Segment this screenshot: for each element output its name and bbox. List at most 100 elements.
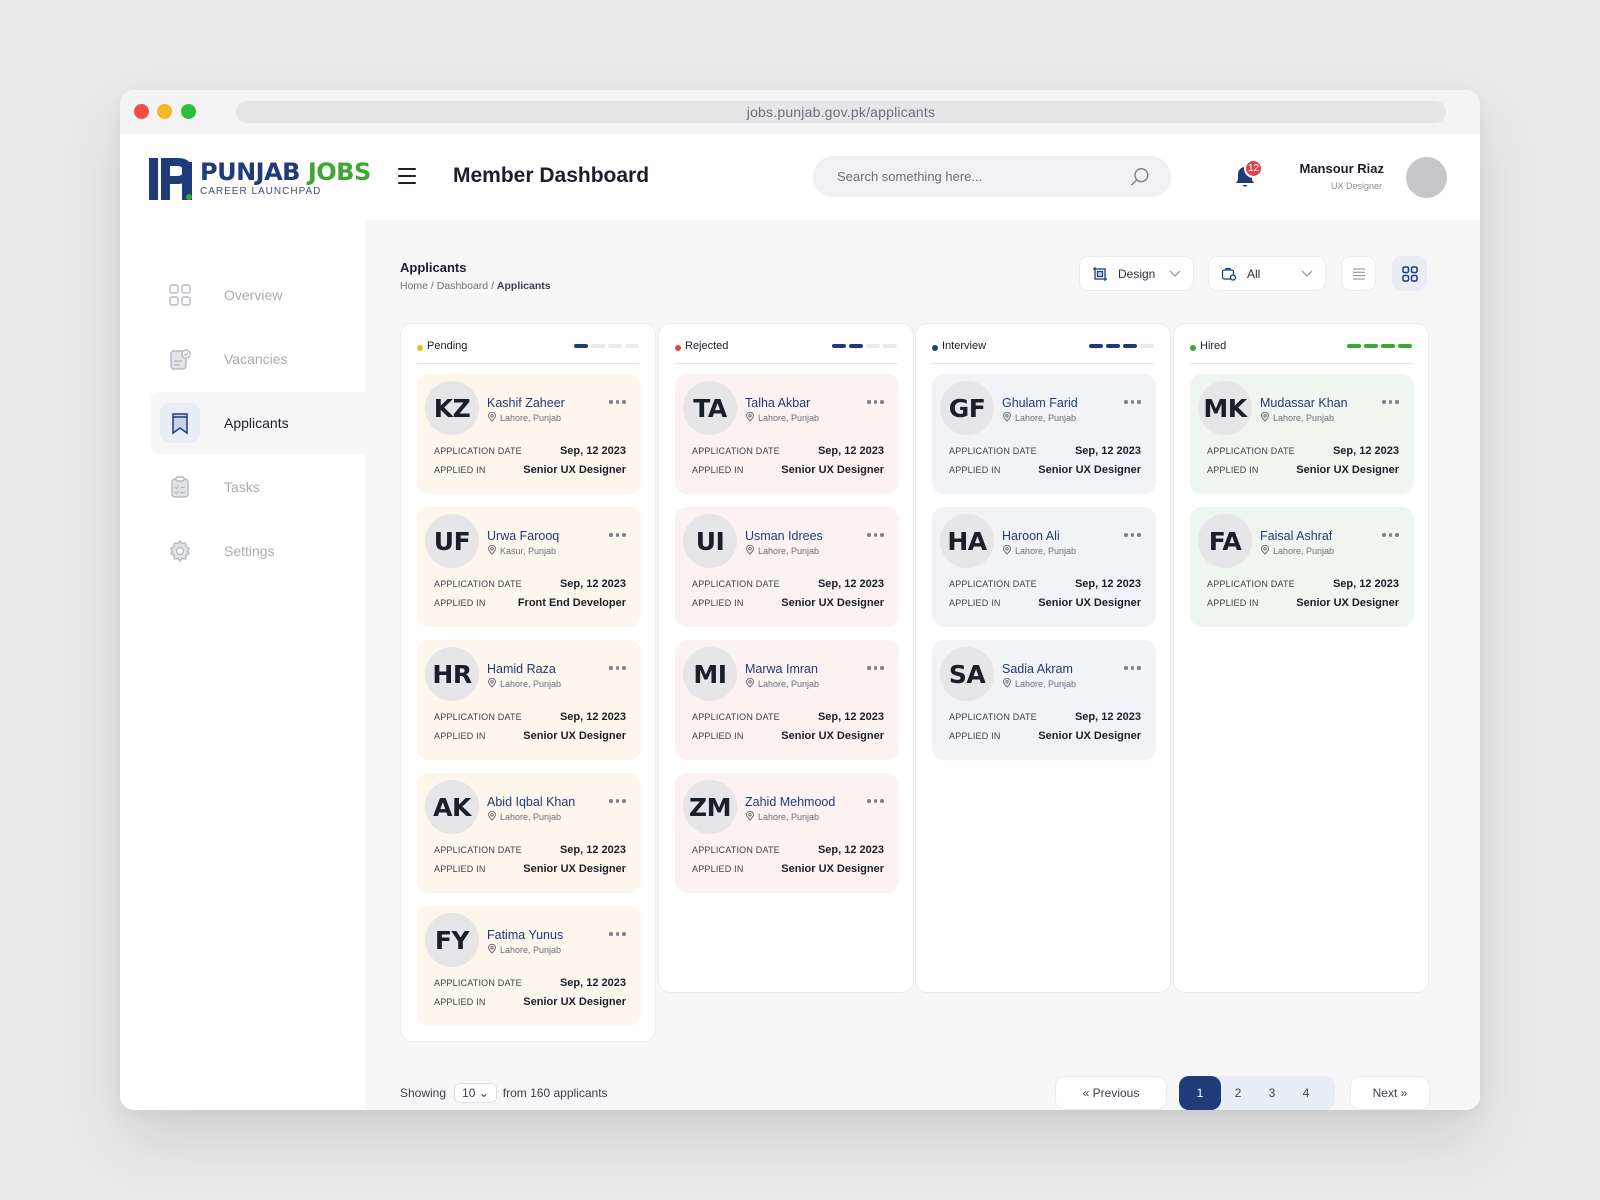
applicant-name[interactable]: Ghulam Farid: [1002, 396, 1078, 410]
stage-progress-segment: [1106, 344, 1120, 348]
applicant-card[interactable]: UI Usman Idrees Lahore, Punjab APPLICATION …: [675, 507, 899, 627]
page-button[interactable]: 4: [1289, 1076, 1323, 1110]
applied-role-value: Senior UX Designer: [781, 863, 884, 875]
location-text: Lahore, Punjab: [758, 812, 820, 822]
per-page-select[interactable]: 10 ⌄: [454, 1083, 497, 1103]
applicant-name[interactable]: Faisal Ashraf: [1260, 529, 1332, 543]
close-window-button[interactable]: [134, 104, 149, 119]
more-options-icon[interactable]: [867, 533, 885, 539]
more-options-icon[interactable]: [609, 666, 627, 672]
category-filter-value: Design: [1118, 266, 1156, 281]
application-date-value: Sep, 12 2023: [817, 578, 884, 590]
location-text: Lahore, Punjab: [500, 413, 562, 423]
sidebar-item-label: Tasks: [224, 479, 260, 495]
applicant-card[interactable]: ZM Zahid Mehmood Lahore, Punjab APPLICATION…: [675, 773, 899, 893]
applicant-card[interactable]: UF Urwa Farooq Kasur, Punjab APPLICATION DA…: [417, 507, 641, 627]
applicant-name[interactable]: Mudassar Khan: [1260, 396, 1348, 410]
more-options-icon[interactable]: [867, 666, 885, 672]
sidebar-item-settings[interactable]: Settings: [150, 520, 365, 582]
applicant-name[interactable]: Zahid Mehmood: [745, 795, 835, 809]
applicant-name[interactable]: Kashif Zaheer: [487, 396, 565, 410]
applicant-card[interactable]: HA Haroon Ali Lahore, Punjab APPLICATION DA…: [932, 507, 1156, 627]
applicant-card[interactable]: KZ Kashif Zaheer Lahore, Punjab APPLICATION…: [417, 374, 641, 494]
applicant-name[interactable]: Abid Iqbal Khan: [487, 795, 575, 809]
more-options-icon[interactable]: [609, 799, 627, 805]
applicant-location: Lahore, Punjab: [1002, 411, 1076, 424]
previous-page-button[interactable]: « Previous: [1055, 1076, 1167, 1110]
status-filter-dropdown[interactable]: All: [1208, 256, 1326, 291]
stage-progress-segment: [1123, 344, 1137, 348]
stage-progress-segment: [1364, 344, 1378, 348]
applicant-card[interactable]: SA Sadia Akram Lahore, Punjab APPLICATION D…: [932, 640, 1156, 760]
category-filter-dropdown[interactable]: Design: [1079, 256, 1194, 291]
sidebar-item-tasks[interactable]: Tasks: [150, 456, 365, 518]
page-button[interactable]: 1: [1179, 1076, 1221, 1110]
location-text: Lahore, Punjab: [758, 413, 820, 423]
application-date-label: APPLICATION DATE: [434, 845, 522, 855]
applied-in-label: APPLIED IN: [1207, 465, 1259, 475]
more-options-icon[interactable]: [1124, 400, 1142, 406]
address-bar[interactable]: jobs.punjab.gov.pk/applicants: [236, 101, 1446, 123]
breadcrumb-home[interactable]: Home: [400, 280, 428, 292]
applied-in-label: APPLIED IN: [949, 731, 1001, 741]
more-options-icon[interactable]: [1124, 533, 1142, 539]
applicant-name[interactable]: Talha Akbar: [745, 396, 810, 410]
applicant-location: Lahore, Punjab: [487, 677, 561, 690]
applied-in-label: APPLIED IN: [434, 731, 486, 741]
user-name: Mansour Riaz: [1299, 161, 1384, 176]
applicant-card[interactable]: HR Hamid Raza Lahore, Punjab APPLICATION DA…: [417, 640, 641, 760]
more-options-icon[interactable]: [1382, 533, 1400, 539]
stage-progress-segment: [591, 344, 605, 348]
applicant-name[interactable]: Hamid Raza: [487, 662, 556, 676]
minimize-window-button[interactable]: [157, 104, 172, 119]
location-pin-icon: [487, 810, 500, 823]
search-icon[interactable]: [1129, 166, 1151, 188]
user-avatar[interactable]: [1406, 157, 1447, 198]
sidebar-item-applicants[interactable]: Applicants: [150, 392, 365, 454]
page-button[interactable]: 3: [1255, 1076, 1289, 1110]
grid-view-button[interactable]: [1392, 256, 1427, 291]
applicant-name[interactable]: Fatima Yunus: [487, 928, 563, 942]
more-options-icon[interactable]: [867, 400, 885, 406]
applicant-card[interactable]: GF Ghulam Farid Lahore, Punjab APPLICATION …: [932, 374, 1156, 494]
clipboard-check-icon: [160, 339, 200, 379]
applicant-card[interactable]: FY Fatima Yunus Lahore, Punjab APPLICATION …: [417, 906, 641, 1026]
user-role: UX Designer: [1330, 181, 1382, 191]
applicant-name[interactable]: Sadia Akram: [1002, 662, 1073, 676]
list-view-button[interactable]: [1341, 256, 1376, 291]
next-page-button[interactable]: Next »: [1350, 1076, 1430, 1110]
column-interview: Interview GF Ghulam Farid Lahore, Punjab APP…: [915, 323, 1171, 993]
page-button[interactable]: 2: [1221, 1076, 1255, 1110]
menu-toggle-icon[interactable]: [398, 168, 416, 184]
applicant-location: Lahore, Punjab: [745, 677, 819, 690]
more-options-icon[interactable]: [609, 400, 627, 406]
more-options-icon[interactable]: [867, 799, 885, 805]
applicant-card[interactable]: MK Mudassar Khan Lahore, Punjab APPLICATION…: [1190, 374, 1414, 494]
sidebar-item-overview[interactable]: Overview: [150, 264, 365, 326]
applicant-card[interactable]: MI Marwa Imran Lahore, Punjab APPLICATION D…: [675, 640, 899, 760]
applicant-name[interactable]: Haroon Ali: [1002, 529, 1060, 543]
more-options-icon[interactable]: [1382, 400, 1400, 406]
applicant-name[interactable]: Urwa Farooq: [487, 529, 559, 543]
more-options-icon[interactable]: [609, 932, 627, 938]
applied-role-value: Front End Developer: [517, 597, 626, 609]
applicant-card[interactable]: AK Abid Iqbal Khan Lahore, Punjab APPLICATI…: [417, 773, 641, 893]
next-label: Next: [1372, 1086, 1398, 1100]
briefcase-search-icon: [1221, 267, 1237, 281]
application-date-label: APPLICATION DATE: [692, 446, 780, 456]
chevron-down-icon: [1301, 270, 1313, 277]
breadcrumb-dashboard[interactable]: Dashboard: [437, 280, 488, 292]
search-input[interactable]: [837, 156, 1117, 197]
more-options-icon[interactable]: [1124, 666, 1142, 672]
applicant-name[interactable]: Usman Idrees: [745, 529, 823, 543]
more-options-icon[interactable]: [609, 533, 627, 539]
brand-logo[interactable]: PUNJAB JOBS CAREER LAUNCHPAD: [148, 156, 371, 202]
sidebar-item-vacancies[interactable]: Vacancies: [150, 328, 365, 390]
application-date-value: Sep, 12 2023: [1074, 578, 1141, 590]
applicant-card[interactable]: FA Faisal Ashraf Lahore, Punjab APPLICATION…: [1190, 507, 1414, 627]
applied-role-value: Senior UX Designer: [781, 464, 884, 476]
maximize-window-button[interactable]: [181, 104, 196, 119]
applicant-name[interactable]: Marwa Imran: [745, 662, 818, 676]
applicant-card[interactable]: TA Talha Akbar Lahore, Punjab APPLICATION D…: [675, 374, 899, 494]
notification-count-badge: 12: [1244, 159, 1263, 178]
